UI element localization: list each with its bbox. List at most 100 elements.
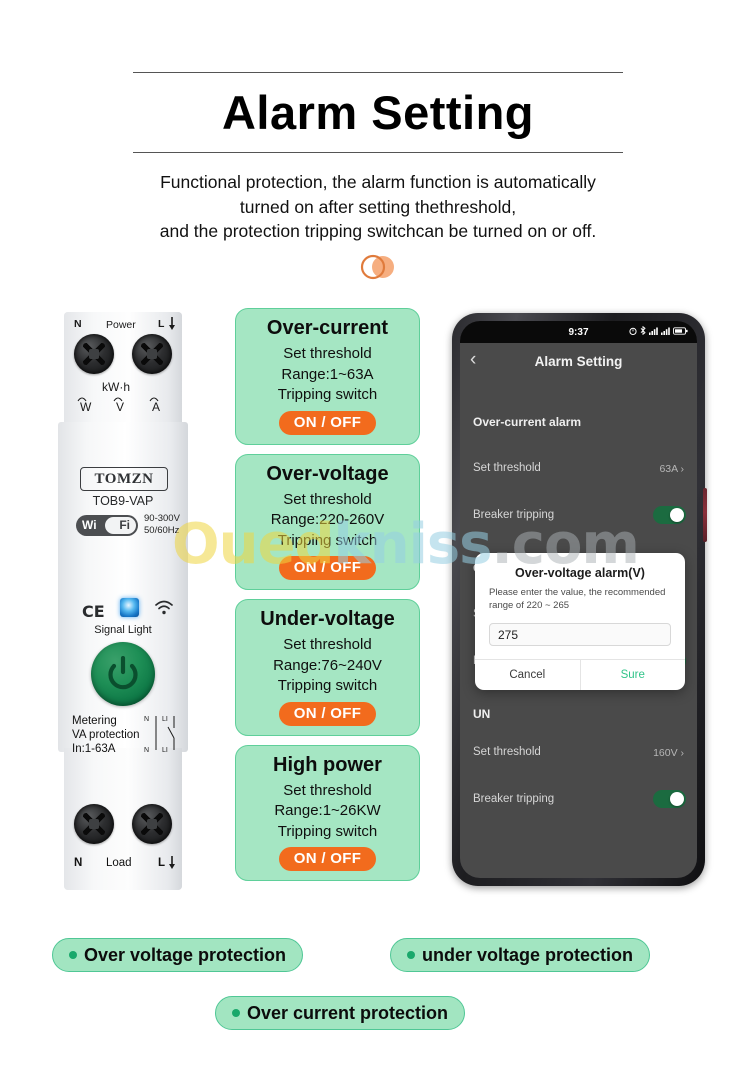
terminal-screw-bottom-l (132, 804, 172, 844)
device-product-image: N Power L kW·h W V A TOMZN TOB9-VAP Wi F… (58, 312, 188, 890)
card-line-1: Set threshold (283, 345, 372, 362)
phone-power-button[interactable] (703, 488, 707, 542)
status-bar-icons (629, 326, 688, 335)
feature-card-over-voltage: Over-voltage Set threshold Range:220-260… (235, 453, 420, 590)
ce-mark-icon: CE (82, 602, 105, 621)
dialog-description: Please enter the value, the recommended … (489, 587, 666, 611)
device-label-bottom-n: N (74, 857, 83, 869)
device-metering-line-2: VA protection (72, 729, 140, 741)
badge-label: under voltage protection (422, 944, 634, 965)
device-metering-line-3: In:1-63A (72, 743, 116, 755)
row-label-overcurrent-tripping: Breaker tripping (473, 509, 555, 521)
device-label-signal-light: Signal Light (94, 624, 152, 636)
wifi-badge: Wi Fi (76, 515, 138, 536)
device-model-number: TOB9-VAP (92, 494, 154, 508)
card-line-2: Range:76~240V (273, 656, 382, 674)
card-title: Over-current (266, 317, 389, 339)
row-value-overcurrent-threshold[interactable]: 63A › (659, 463, 684, 475)
terminal-screw-bottom-n (74, 804, 114, 844)
signal-light-led (120, 598, 139, 617)
card-line-2: Range:1~63A (281, 365, 374, 383)
device-voltage-range: 90-300V (144, 513, 180, 524)
terminal-screw-top-n (74, 334, 114, 374)
ac-wave-marks-icon (77, 397, 159, 402)
subtitle-line-2: turned on after setting thethreshold, (239, 196, 517, 217)
device-label-load: Load (106, 857, 132, 869)
row-label-overcurrent-threshold[interactable]: Set threshold (473, 462, 541, 474)
card-on-off-pill[interactable]: ON / OFF (278, 556, 377, 580)
status-bar: 9:37 (460, 321, 697, 343)
phone-mockup: 9:37 ‹ Alarm Setting Over-current alarm … (452, 313, 707, 886)
svg-text:LI: LI (162, 716, 168, 723)
over-voltage-alarm-dialog: Over-voltage alarm(V) Please enter the v… (475, 553, 685, 690)
section-header-under-voltage-partial: UN (473, 707, 491, 721)
bullet-dot-icon (69, 951, 77, 959)
badge-under-voltage-protection: under voltage protection (390, 938, 651, 972)
app-bar-title: Alarm Setting (534, 353, 623, 369)
badge-label: Over voltage protection (84, 944, 287, 965)
bluetooth-icon (640, 326, 646, 335)
wifi-signal-icon (154, 600, 174, 616)
card-line-1: Set threshold (283, 490, 372, 508)
card-line-3: Tripping switch (277, 531, 378, 549)
card-on-off-pill[interactable]: ON / OFF (278, 410, 377, 435)
circuit-diagram: N LI N LI (144, 712, 182, 754)
brand-logo-tomzn: TOMZN (80, 467, 168, 491)
alarm-icon (629, 327, 637, 335)
app-bar: ‹ Alarm Setting (460, 343, 697, 379)
svg-text:N: N (144, 716, 149, 723)
toggle-overcurrent-tripping[interactable] (653, 506, 686, 524)
feature-card-over-current: Over-current Set threshold Range:1~63A T… (235, 308, 420, 445)
card-on-off-pill[interactable]: ON / OFF (278, 847, 377, 871)
device-label-top-l: L (158, 318, 165, 330)
signal-icon-1 (649, 327, 658, 335)
wifi-badge-fi: Fi (119, 518, 130, 532)
status-bar-time: 9:37 (568, 326, 589, 338)
svg-text:N: N (144, 747, 149, 754)
row-value-undervoltage-threshold[interactable]: 160V › (653, 747, 684, 759)
feature-card-under-voltage: Under-voltage Set threshold Range:76~240… (235, 599, 420, 736)
device-power-button[interactable] (91, 642, 155, 706)
toggle-undervoltage-tripping[interactable] (653, 790, 686, 808)
badge-over-voltage-protection: Over voltage protection (52, 938, 304, 972)
svg-text:LI: LI (162, 747, 168, 754)
card-title: High power (273, 753, 382, 776)
section-header-over-current: Over-current alarm (473, 415, 582, 429)
terminal-screw-top-l (132, 334, 172, 374)
feature-cards-list: Over-current Set threshold Range:1~63A T… (235, 308, 420, 890)
wifi-badge-wi: Wi (82, 518, 97, 532)
row-label-undervoltage-threshold[interactable]: Set threshold (473, 746, 541, 758)
device-frequency: 50/60Hz (144, 524, 180, 536)
signal-icon-2 (661, 327, 670, 335)
badge-label: Over current protection (247, 1002, 449, 1023)
device-label-power: Power (106, 319, 136, 331)
dialog-title: Over-voltage alarm(V) (515, 566, 645, 580)
dialog-sure-button[interactable]: Sure (579, 660, 686, 690)
dialog-value-input[interactable]: 275 (489, 623, 671, 646)
back-icon[interactable]: ‹ (470, 350, 476, 370)
phone-screen: 9:37 ‹ Alarm Setting Over-current alarm … (460, 321, 697, 878)
card-line-3: Tripping switch (277, 822, 378, 840)
card-line-2: Range:220-260V (270, 511, 385, 528)
product-infographic-page: Alarm Setting Functional protection, the… (0, 0, 756, 1080)
card-on-off-pill[interactable]: ON / OFF (278, 701, 377, 726)
page-title: Alarm Setting (221, 86, 535, 139)
dialog-cancel-button[interactable]: Cancel (475, 660, 580, 690)
down-arrow-icon-bottom (169, 856, 175, 869)
device-label-top-n: N (74, 318, 82, 330)
card-line-3: Tripping switch (277, 677, 378, 694)
battery-icon (673, 326, 688, 335)
overlapping-circles-icon (355, 252, 401, 282)
feature-card-high-power: High power Set threshold Range:1~26KW Tr… (235, 744, 420, 881)
bullet-dot-icon (232, 1009, 240, 1017)
card-title: Over-voltage (266, 462, 389, 485)
device-metering-info: Metering VA protection In:1-63A (72, 714, 140, 756)
device-label-bottom-l: L (158, 857, 166, 869)
device-label-kwh: kW·h (102, 380, 130, 394)
card-line-3: Tripping switch (277, 386, 378, 403)
card-line-1: Set threshold (283, 781, 372, 799)
card-line-1: Set threshold (283, 636, 372, 653)
bullet-dot-icon (407, 951, 415, 959)
page-subtitle: Functional protection, the alarm functio… (0, 170, 756, 244)
header-divider-top (133, 72, 623, 73)
